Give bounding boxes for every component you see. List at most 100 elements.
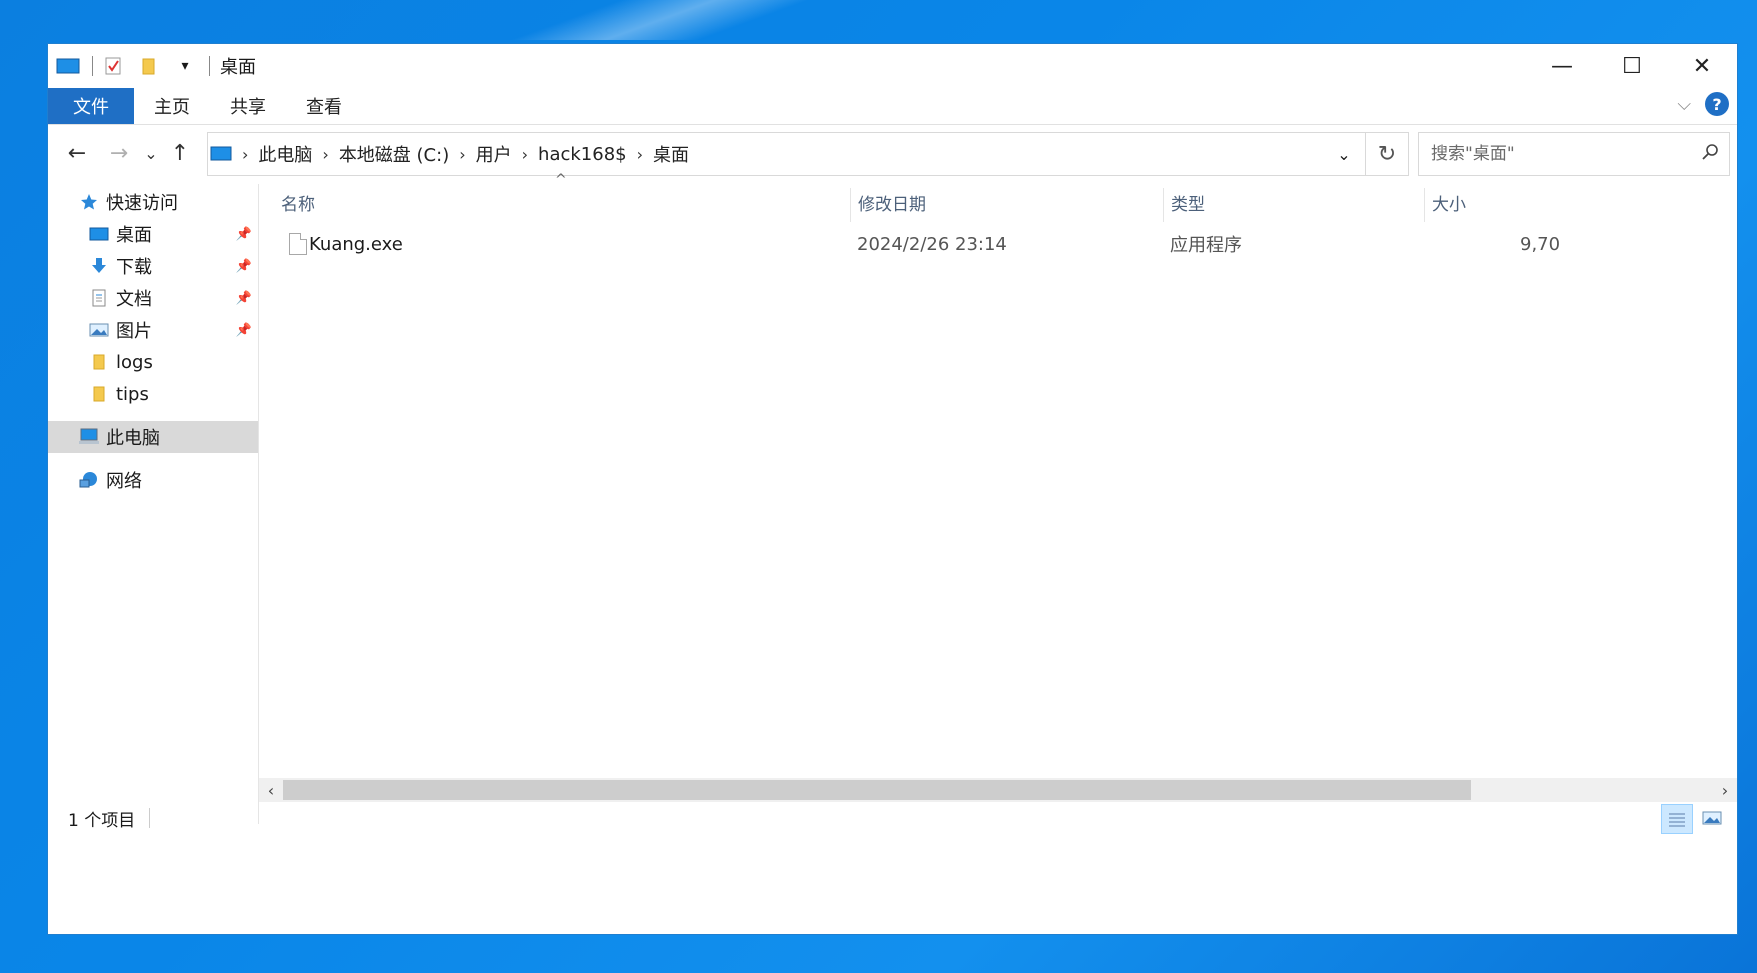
help-icon[interactable]: ? xyxy=(1705,92,1729,116)
breadcrumb-users[interactable]: 用户 xyxy=(476,141,512,167)
navigation-bar: ← → ⌄ ↑ › 此电脑 › 本地磁盘 (C:) › 用户 › hack168… xyxy=(48,128,1737,178)
document-icon xyxy=(88,288,110,308)
sidebar-item-label: 网络 xyxy=(106,471,142,492)
sidebar-item-desktop[interactable]: 桌面 📌 xyxy=(48,218,258,250)
large-icons-view-icon[interactable] xyxy=(1697,804,1727,832)
address-bar[interactable]: › 此电脑 › 本地磁盘 (C:) › 用户 › hack168$ › 桌面 ⌄… xyxy=(207,132,1409,176)
chevron-right-icon[interactable]: › xyxy=(459,145,465,164)
scrollbar-thumb[interactable] xyxy=(283,780,1471,800)
customize-toolbar-dropdown-icon[interactable]: ▾ xyxy=(173,56,197,76)
sidebar-item-label: 图片 xyxy=(116,321,152,342)
column-divider[interactable] xyxy=(850,188,851,222)
scroll-right-icon[interactable]: › xyxy=(1713,778,1737,802)
file-icon xyxy=(289,233,307,255)
desktop-background-streak xyxy=(480,0,840,40)
breadcrumb-this-pc[interactable]: 此电脑 xyxy=(258,141,312,167)
sidebar-item-label: 快速访问 xyxy=(106,193,178,214)
sidebar-item-quick-access[interactable]: 快速访问 xyxy=(48,186,288,218)
sidebar-item-label: logs xyxy=(116,351,153,373)
sidebar-item-downloads[interactable]: 下载 📌 xyxy=(48,250,258,282)
status-bar: 1 个项目 xyxy=(48,802,1737,834)
file-explorer-window: ▾ 桌面 — ☐ ✕ 文件 主页 共享 查看 ⌵ ? ← → ⌄ ↑ › 此电脑 xyxy=(48,44,1737,934)
back-button[interactable]: ← xyxy=(56,132,98,174)
view-toggle xyxy=(1657,804,1727,834)
maximize-button[interactable]: ☐ xyxy=(1597,44,1667,88)
chevron-right-icon[interactable]: › xyxy=(637,145,643,164)
computer-icon xyxy=(78,427,100,447)
desktop-icon xyxy=(88,224,110,244)
properties-icon[interactable] xyxy=(101,56,125,76)
window-controls: — ☐ ✕ xyxy=(1527,44,1737,88)
tab-home[interactable]: 主页 xyxy=(134,88,210,124)
sidebar-item-label: 桌面 xyxy=(116,225,152,246)
download-icon xyxy=(88,256,110,276)
breadcrumb-desktop[interactable]: 桌面 xyxy=(653,141,689,167)
new-folder-icon[interactable] xyxy=(137,56,161,76)
recent-locations-button[interactable]: ⌄ xyxy=(140,132,162,174)
search-icon xyxy=(1701,143,1719,166)
sidebar-item-label: 文档 xyxy=(116,289,152,310)
chevron-right-icon[interactable]: › xyxy=(322,145,328,164)
breadcrumb-local-disk[interactable]: 本地磁盘 (C:) xyxy=(339,141,449,167)
minimize-button[interactable]: — xyxy=(1527,44,1597,88)
quick-access-toolbar: ▾ xyxy=(56,56,218,76)
sidebar-item-label: 下载 xyxy=(116,257,152,278)
file-size: 9,70 xyxy=(1520,233,1561,255)
sidebar-item-label: tips xyxy=(116,383,149,405)
expand-ribbon-icon[interactable]: ⌵ xyxy=(1677,94,1691,115)
tab-view[interactable]: 查看 xyxy=(286,88,362,124)
file-type: 应用程序 xyxy=(1170,235,1242,256)
item-count: 1 个项目 xyxy=(68,810,136,831)
ribbon-right-controls: ⌵ ? xyxy=(1677,92,1729,116)
refresh-button[interactable]: ↻ xyxy=(1365,133,1408,175)
column-divider[interactable] xyxy=(1424,188,1425,222)
title-bar: ▾ 桌面 — ☐ ✕ xyxy=(48,44,1737,88)
window-title: 桌面 xyxy=(220,57,256,78)
file-name[interactable]: Kuang.exe xyxy=(309,234,403,255)
network-icon xyxy=(78,470,100,490)
search-box[interactable] xyxy=(1418,132,1730,176)
ribbon-tabs: 文件 主页 共享 查看 ⌵ ? xyxy=(48,88,1737,125)
sidebar-item-label: 此电脑 xyxy=(106,428,160,449)
file-list: ^ 名称 修改日期 类型 大小 Kuang.exe 2024/2/26 23:1… xyxy=(259,172,1737,824)
column-header-size[interactable]: 大小 xyxy=(1432,178,1466,226)
column-header-modified[interactable]: 修改日期 xyxy=(858,178,926,226)
column-header-name[interactable]: 名称 xyxy=(281,178,315,226)
pin-icon[interactable]: 📌 xyxy=(236,227,252,242)
column-header-type[interactable]: 类型 xyxy=(1171,178,1205,226)
pin-icon[interactable]: 📌 xyxy=(236,291,252,306)
divider xyxy=(92,56,93,76)
address-history-dropdown-icon[interactable]: ⌄ xyxy=(1324,133,1364,175)
sidebar-item-documents[interactable]: 文档 📌 xyxy=(48,282,258,314)
window-icon xyxy=(56,56,80,76)
sort-ascending-icon: ^ xyxy=(555,172,567,188)
tab-file[interactable]: 文件 xyxy=(48,88,134,124)
navigation-pane: 快速访问 桌面 📌 下载 📌 文档 📌 图片 📌 logs tips 此电脑 网… xyxy=(48,184,259,824)
sidebar-item-this-pc[interactable]: 此电脑 xyxy=(48,421,258,453)
up-button[interactable]: ↑ xyxy=(162,132,198,174)
horizontal-scrollbar[interactable]: ‹ › xyxy=(259,778,1737,802)
sidebar-item-network[interactable]: 网络 xyxy=(48,464,288,496)
details-view-icon[interactable] xyxy=(1661,804,1693,834)
search-input[interactable] xyxy=(1429,143,1673,165)
pin-icon[interactable]: 📌 xyxy=(236,259,252,274)
scroll-left-icon[interactable]: ‹ xyxy=(259,778,283,802)
folder-icon xyxy=(88,352,110,372)
folder-icon xyxy=(88,384,110,404)
forward-button[interactable]: → xyxy=(98,132,140,174)
tab-share[interactable]: 共享 xyxy=(210,88,286,124)
divider xyxy=(149,808,151,828)
pictures-icon xyxy=(88,320,110,340)
this-pc-icon xyxy=(210,145,232,163)
pin-icon[interactable]: 📌 xyxy=(236,323,252,338)
file-modified: 2024/2/26 23:14 xyxy=(857,233,1007,255)
close-button[interactable]: ✕ xyxy=(1667,44,1737,88)
star-icon xyxy=(78,192,100,212)
sidebar-item-pictures[interactable]: 图片 📌 xyxy=(48,314,258,346)
chevron-right-icon[interactable]: › xyxy=(522,145,528,164)
chevron-right-icon[interactable]: › xyxy=(242,145,248,164)
column-divider[interactable] xyxy=(1163,188,1164,222)
table-row[interactable]: Kuang.exe 2024/2/26 23:14 应用程序 9,70 xyxy=(279,228,1737,260)
divider xyxy=(209,56,210,76)
breadcrumb-user-folder[interactable]: hack168$ xyxy=(538,144,627,165)
